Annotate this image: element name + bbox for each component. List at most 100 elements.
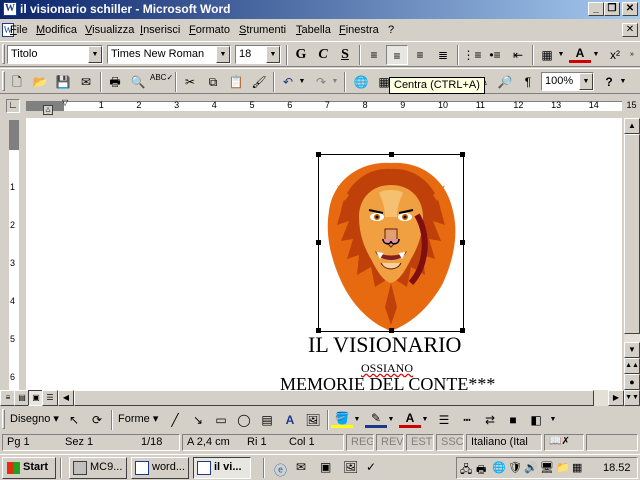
- menu-inserisci[interactable]: Inserisci: [140, 24, 180, 36]
- fill-color-icon[interactable]: 🪣: [331, 410, 353, 428]
- status-ovr[interactable]: SSC: [436, 434, 464, 451]
- chevron-down-icon[interactable]: ▼: [88, 46, 102, 63]
- toolbar-grip[interactable]: [2, 44, 5, 64]
- horizontal-ruler[interactable]: ∟ ▽ △ 1 2 3 4 5 6 7 8 9 10 11 12 13 14 15: [0, 96, 640, 116]
- scroll-up-button[interactable]: ▲: [624, 118, 640, 134]
- wordart-icon[interactable]: A: [279, 410, 301, 430]
- word-app-icon[interactable]: W: [3, 2, 17, 16]
- chevron-down-icon[interactable]: ▼: [579, 73, 593, 90]
- taskbar-button-visionario[interactable]: il vi...: [193, 457, 251, 479]
- channel-icon[interactable]: 🖼: [343, 460, 358, 474]
- tray-volume-icon[interactable]: 🔊: [524, 461, 538, 474]
- line-icon[interactable]: ╱: [164, 410, 186, 430]
- hyperlink-icon[interactable]: 🌐: [350, 72, 372, 92]
- outlook-icon[interactable]: ✉: [296, 460, 306, 474]
- resize-handle[interactable]: [460, 240, 465, 245]
- help-dropdown-icon[interactable]: ▼: [618, 72, 628, 92]
- spelling-icon[interactable]: ABC✓: [150, 72, 173, 92]
- tray-network-icon[interactable]: 🖧: [460, 461, 472, 480]
- show-hide-icon[interactable]: ¶: [517, 72, 539, 92]
- vertical-scrollbar[interactable]: ▲ ▼ ▲▲ ●: [624, 118, 640, 390]
- print-icon[interactable]: 🖶: [104, 72, 126, 92]
- shadow-icon[interactable]: ■: [502, 410, 524, 430]
- previous-page-button[interactable]: ▲▲: [624, 358, 640, 374]
- resize-handle[interactable]: [389, 152, 394, 157]
- line-color-dropdown-icon[interactable]: ▼: [386, 410, 396, 430]
- status-rev[interactable]: REV: [376, 434, 404, 451]
- autoshapes-menu[interactable]: Forme ▾: [118, 412, 158, 425]
- horizontal-scrollbar[interactable]: ≡ ▤ ▣ ☰ ◀ ▶: [0, 390, 624, 406]
- copy-icon[interactable]: ⧉: [202, 72, 224, 92]
- browse-object-button[interactable]: ●: [624, 374, 640, 390]
- underline-button[interactable]: S: [334, 45, 356, 65]
- undo-icon[interactable]: ↶: [277, 72, 299, 92]
- style-combo[interactable]: Titolo ▼: [7, 45, 103, 64]
- text-box-icon[interactable]: ▤: [256, 410, 278, 430]
- rectangle-icon[interactable]: ▭: [210, 410, 232, 430]
- save-icon[interactable]: 💾: [52, 72, 74, 92]
- font-color-dropdown-icon[interactable]: ▼: [591, 45, 601, 65]
- decrease-indent-icon[interactable]: ⇤: [507, 45, 529, 65]
- draw-menu[interactable]: Disegno ▾: [10, 412, 59, 425]
- toolbar-grip[interactable]: [2, 71, 5, 91]
- menu-strumenti[interactable]: Strumenti: [239, 24, 286, 36]
- tray-globe-icon[interactable]: 🌐: [492, 461, 506, 474]
- menu-modifica[interactable]: Modifica: [36, 24, 77, 36]
- resize-handle[interactable]: [460, 152, 465, 157]
- status-rec[interactable]: REG: [346, 434, 374, 451]
- title-bar[interactable]: W il visionario schiller - Microsoft Wor…: [0, 0, 640, 19]
- numbering-icon[interactable]: ⋮≡: [461, 45, 483, 65]
- vertical-ruler[interactable]: 1 2 3 4 5 6: [6, 118, 22, 390]
- taskbar-button-word[interactable]: word...: [131, 457, 189, 479]
- desktop-icon[interactable]: ▣: [320, 460, 331, 474]
- status-ext[interactable]: EST: [406, 434, 434, 451]
- chevron-down-icon[interactable]: ▼: [216, 46, 230, 63]
- redo-icon[interactable]: ↷: [310, 72, 332, 92]
- size-combo[interactable]: 18 ▼: [235, 45, 281, 64]
- permission-icon[interactable]: ✉: [75, 72, 97, 92]
- fill-dropdown-icon[interactable]: ▼: [352, 410, 362, 430]
- draw-more-icon[interactable]: ▼: [548, 410, 558, 430]
- tray-task-icon[interactable]: ▦: [572, 461, 582, 474]
- dash-style-icon[interactable]: ┅: [456, 410, 478, 430]
- border-dropdown-icon[interactable]: ▼: [556, 45, 566, 65]
- menu-finestra[interactable]: Finestra: [339, 24, 379, 36]
- menu-tabella[interactable]: Tabella: [296, 24, 331, 36]
- document-page[interactable]: IL VISIONARIO OSSIANO MEMORIE DEL CONTE*…: [26, 118, 622, 390]
- line-color-icon[interactable]: ✎: [365, 410, 387, 428]
- new-document-icon[interactable]: 🗋: [6, 72, 28, 92]
- resize-handle[interactable]: [316, 240, 321, 245]
- tray-printer-icon[interactable]: 🖶: [476, 461, 486, 480]
- resize-handle[interactable]: [316, 152, 321, 157]
- select-objects-icon[interactable]: ↖: [63, 410, 85, 430]
- draw-font-color-dropdown-icon[interactable]: ▼: [420, 410, 430, 430]
- spelling-status-icon[interactable]: 📖✗: [544, 434, 584, 451]
- menu-file[interactable]: File: [10, 24, 28, 36]
- align-left-icon[interactable]: ≡: [363, 45, 385, 65]
- doc-close-button[interactable]: ✕: [622, 23, 638, 37]
- document-map-icon[interactable]: 🔎: [494, 72, 516, 92]
- image-selection[interactable]: [316, 152, 465, 333]
- italic-button[interactable]: C: [312, 45, 334, 65]
- print-preview-icon[interactable]: 🔍: [127, 72, 149, 92]
- redo-dropdown-icon[interactable]: ▼: [330, 72, 340, 92]
- undo-dropdown-icon[interactable]: ▼: [297, 72, 307, 92]
- taskbar-button-mc9[interactable]: MC9...: [69, 457, 127, 479]
- tray-monitor-icon[interactable]: 🖥: [540, 461, 554, 474]
- format-painter-icon[interactable]: 🖌: [248, 72, 270, 92]
- menu-visualizza[interactable]: Visualizza: [85, 24, 134, 36]
- line-style-icon[interactable]: ☰: [433, 410, 455, 430]
- document-subheading[interactable]: MEMORIE DEL CONTE***: [280, 374, 495, 390]
- status-language[interactable]: Italiano (Ital: [466, 434, 542, 451]
- 3d-icon[interactable]: ◧: [525, 410, 547, 430]
- toolbar-grip[interactable]: [2, 409, 5, 429]
- clipart-icon[interactable]: 🖼: [302, 410, 324, 430]
- h-scroll-thumb[interactable]: [74, 390, 594, 406]
- document-heading[interactable]: IL VISIONARIO: [308, 332, 461, 358]
- menu-help[interactable]: ?: [388, 24, 394, 36]
- scroll-thumb[interactable]: [624, 134, 640, 334]
- more-buttons-icon[interactable]: »: [626, 45, 638, 65]
- tray-folder-icon[interactable]: 📁: [556, 461, 570, 474]
- start-button[interactable]: Start: [2, 457, 56, 479]
- tray-antivirus-icon[interactable]: 🛡: [508, 461, 522, 474]
